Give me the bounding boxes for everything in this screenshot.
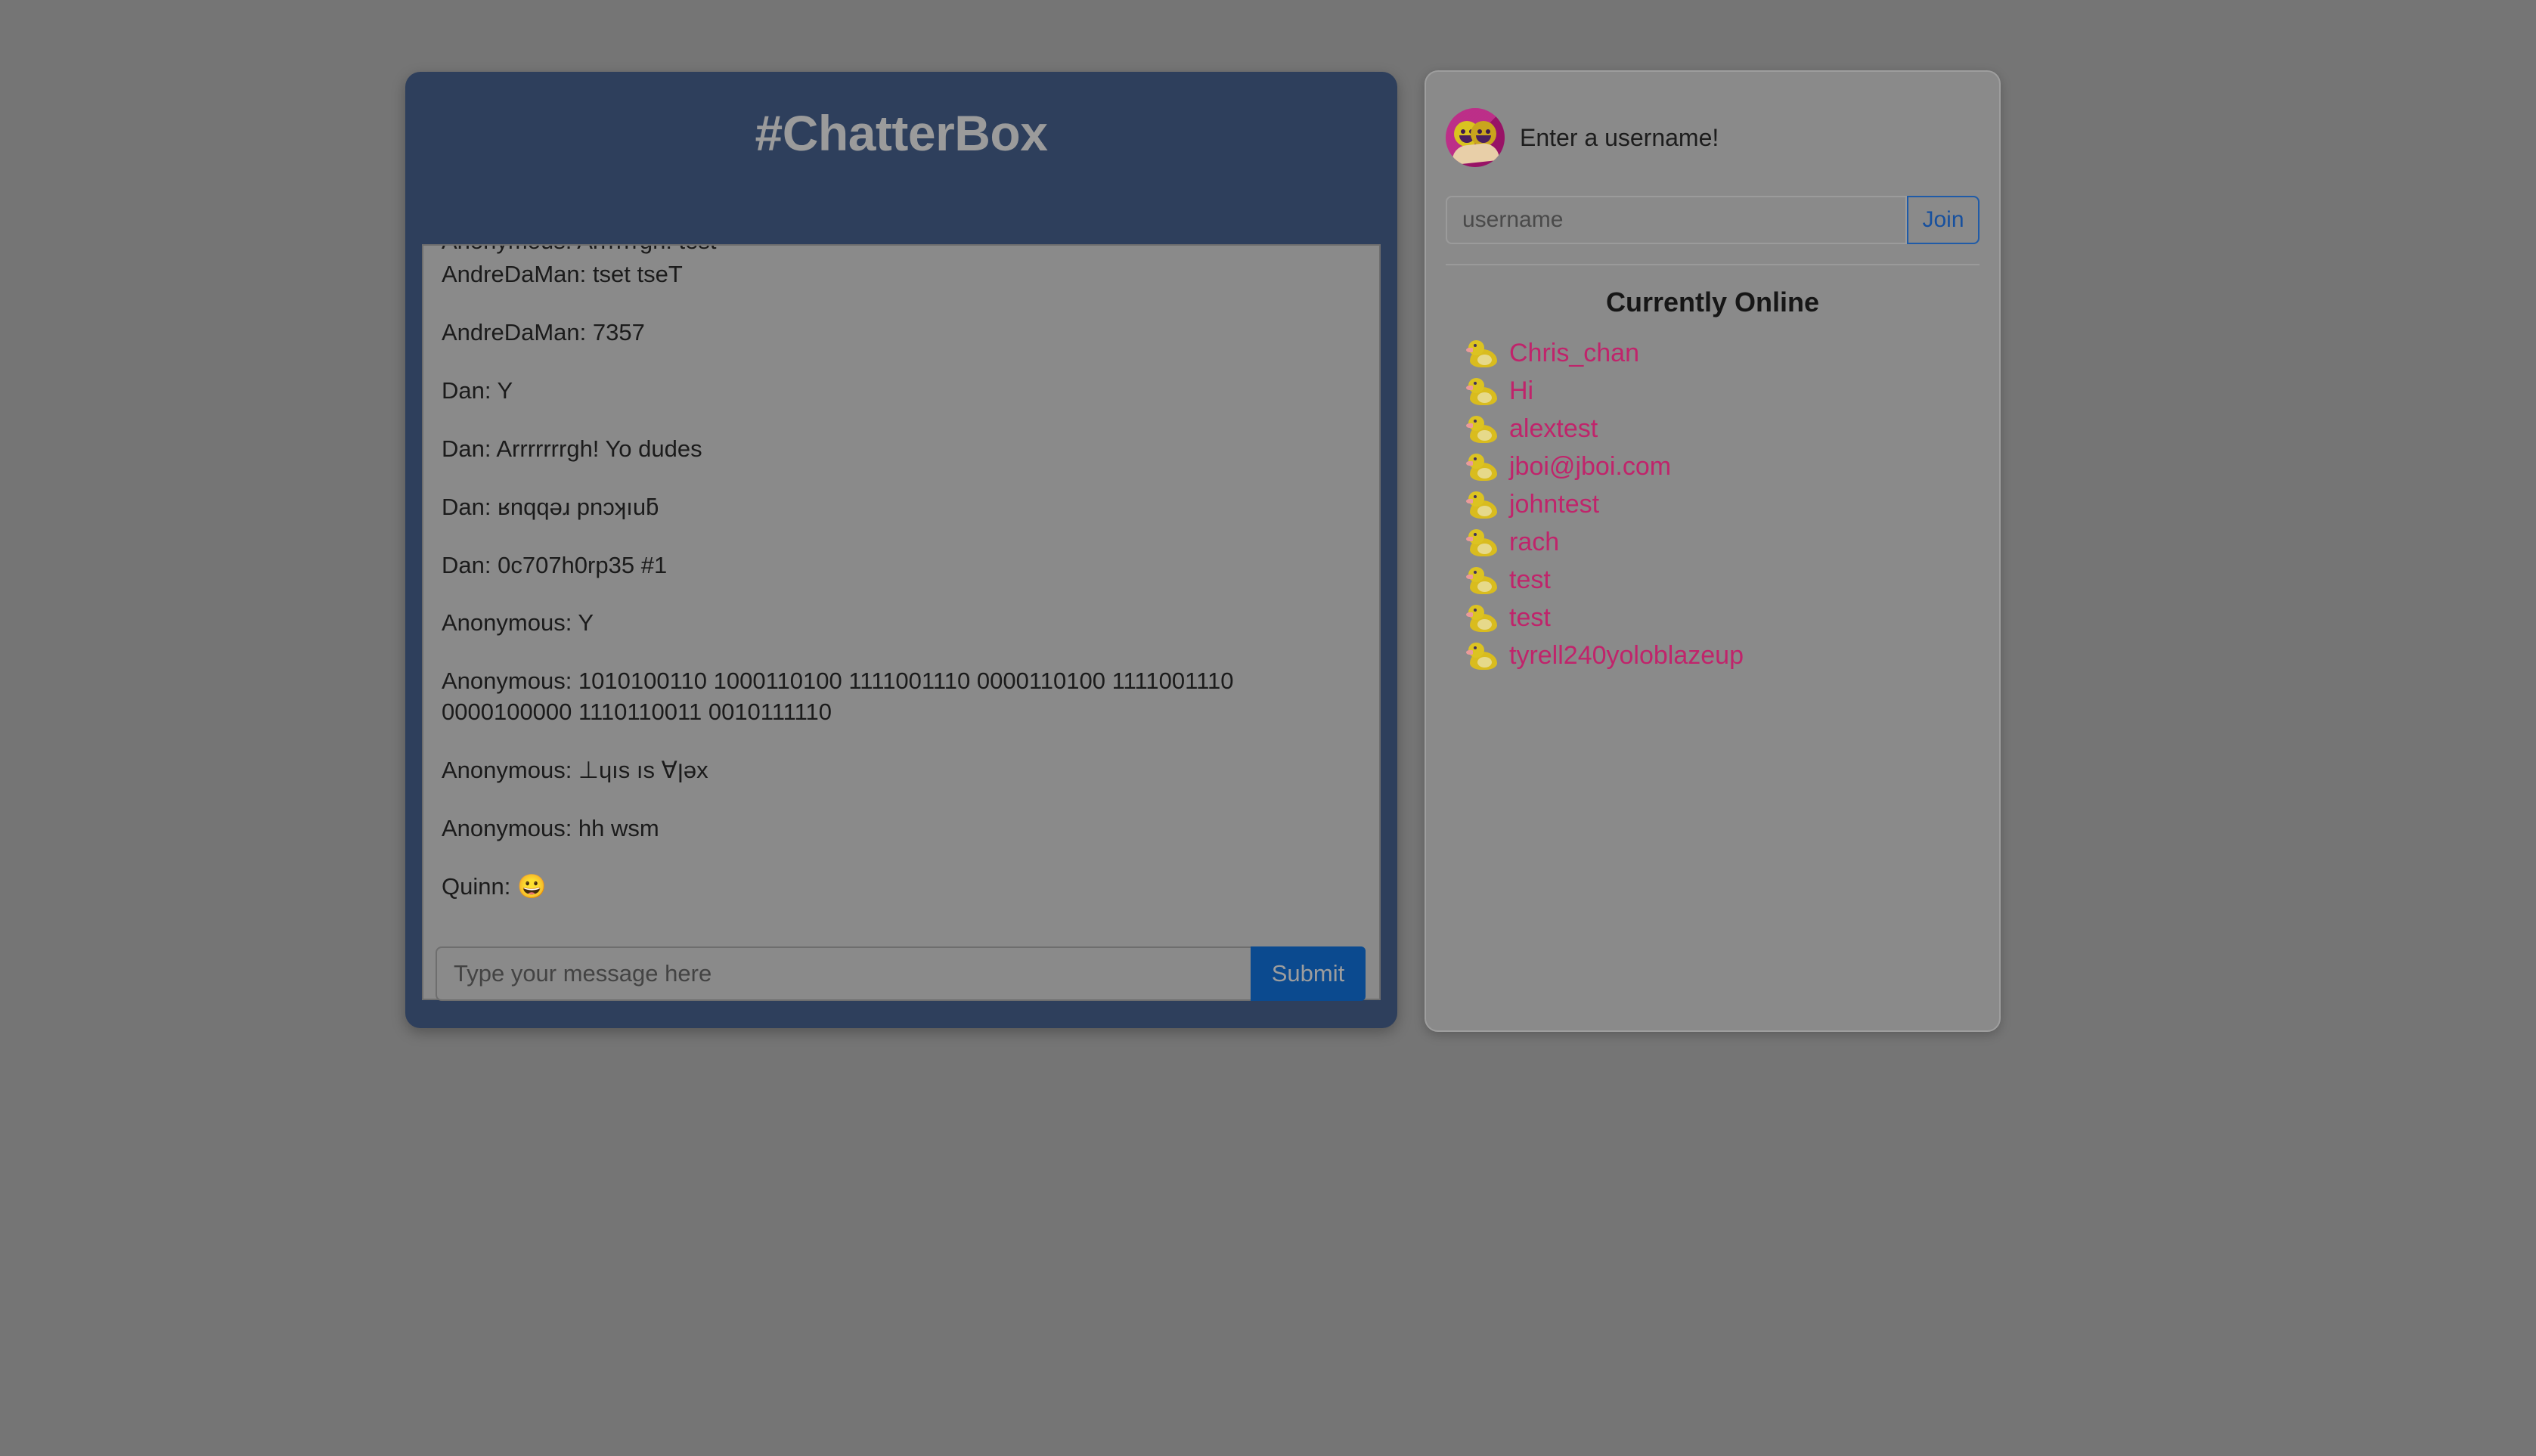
online-user-name[interactable]: rach	[1509, 528, 1559, 556]
chat-message: Dan: 0c707h0rp35 #1	[442, 551, 668, 578]
chat-log-wrapper: Anonymous: Arrrrrrgh! testAndreDaMan: ts…	[422, 173, 1381, 1001]
online-user-item[interactable]: Hi	[1466, 373, 1980, 410]
chat-message: Quinn: 😀	[442, 872, 547, 900]
page-root: #ChatterBox Anonymous: Arrrrrrgh! testAn…	[0, 0, 2536, 1456]
online-user-name[interactable]: jboi@jboi.com	[1509, 452, 1671, 481]
message-input[interactable]	[436, 946, 1251, 1001]
online-user-item[interactable]: tyrell240yoloblazeup	[1466, 637, 1980, 675]
duck-icon	[1466, 339, 1500, 369]
message-composer: Submit	[436, 946, 1366, 1001]
username-prompt-row: Enter a username!	[1446, 72, 1980, 167]
online-users-list: Chris_chan Hi alextest jboi@jboi.com johntes…	[1446, 335, 1980, 675]
user-panel: Enter a username! Join Currently Online …	[1425, 70, 2001, 1032]
duck-icon	[1466, 603, 1500, 634]
people-masks-icon	[1446, 108, 1505, 167]
online-user-item[interactable]: alextest	[1466, 410, 1980, 448]
online-user-name[interactable]: alextest	[1509, 414, 1598, 443]
duck-icon	[1466, 452, 1500, 482]
join-button[interactable]: Join	[1907, 196, 1980, 244]
online-user-name[interactable]: tyrell240yoloblazeup	[1509, 641, 1744, 670]
online-user-item[interactable]: test	[1466, 562, 1980, 599]
username-prompt-label: Enter a username!	[1520, 124, 1719, 151]
online-user-name[interactable]: johntest	[1509, 490, 1599, 519]
join-form: Join	[1446, 196, 1980, 244]
chat-message: Anonymous: Y	[442, 609, 594, 637]
duck-icon	[1466, 641, 1500, 671]
chat-message: Anonymous: hh wsm	[442, 815, 659, 842]
online-user-item[interactable]: test	[1466, 599, 1980, 637]
online-user-name[interactable]: Hi	[1509, 376, 1533, 405]
duck-icon	[1466, 414, 1500, 445]
submit-button[interactable]: Submit	[1251, 946, 1366, 1001]
online-user-item[interactable]: Chris_chan	[1466, 335, 1980, 373]
online-user-item[interactable]: jboi@jboi.com	[1466, 448, 1980, 486]
currently-online-heading: Currently Online	[1605, 287, 1820, 318]
online-user-name[interactable]: Chris_chan	[1509, 339, 1639, 367]
duck-icon	[1466, 565, 1500, 596]
online-user-item[interactable]: johntest	[1466, 486, 1980, 524]
duck-icon	[1466, 376, 1500, 407]
chat-message: AndreDaMan: 7357	[442, 318, 645, 345]
chat-message: Dan: Arrrrrrrgh! Yo dudes	[442, 435, 702, 462]
online-user-item[interactable]: rach	[1466, 524, 1980, 562]
chat-message: Dan: Y	[442, 376, 513, 404]
chat-message-log[interactable]: Anonymous: Arrrrrrgh! testAndreDaMan: ts…	[422, 244, 1381, 1000]
chat-message: Anonymous: ⊥ɥıs ıs ∀ןǝx	[442, 757, 708, 784]
online-user-name[interactable]: test	[1509, 603, 1551, 632]
page-title: #ChatterBox	[755, 105, 1048, 161]
chat-message: Dan: ʁnqqǝɹ pnɔʞıuƃ	[442, 493, 659, 520]
chat-message: Anonymous: Arrrrrrgh! test	[442, 246, 1361, 257]
chat-panel: #ChatterBox Anonymous: Arrrrrrgh! testAn…	[405, 72, 1397, 1028]
duck-icon	[1466, 490, 1500, 520]
username-input[interactable]	[1446, 196, 1907, 244]
panel-divider	[1446, 264, 1980, 265]
online-user-name[interactable]: test	[1509, 565, 1551, 594]
chat-message: Anonymous: 1010100110 1000110100 1111001…	[442, 668, 1241, 726]
duck-icon	[1466, 528, 1500, 558]
